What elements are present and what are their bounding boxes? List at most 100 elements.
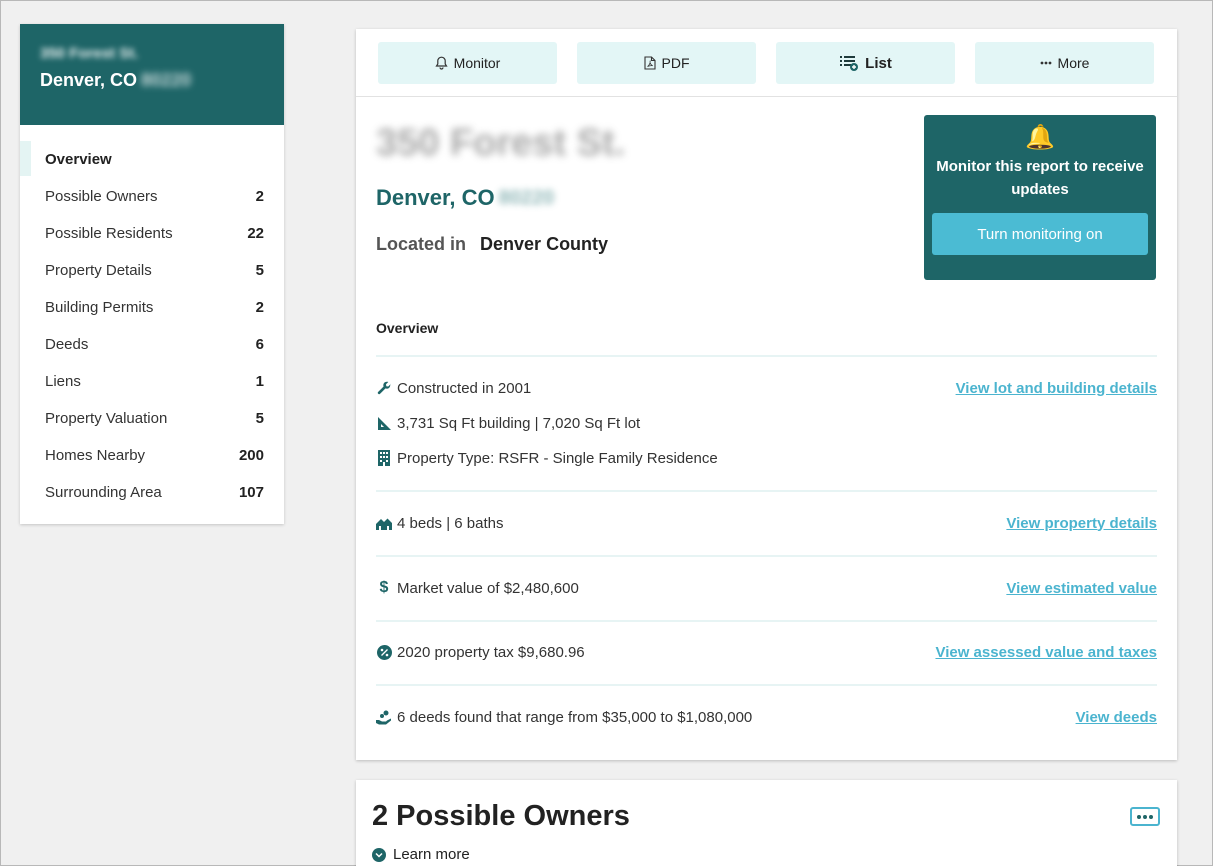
sidebar-item-property-details[interactable]: Property Details 5 [20, 252, 284, 289]
sidebar-nav: Overview Possible Owners 2 Possible Resi… [20, 125, 284, 511]
possible-owners-title: 2 Possible Owners [372, 800, 630, 832]
divider [376, 684, 1157, 686]
overview-row-sqft: 3,731 Sq Ft building | 7,020 Sq Ft lot [376, 412, 1157, 434]
sidebar-item-liens[interactable]: Liens 1 [20, 363, 284, 400]
dot [1143, 814, 1147, 819]
sidebar-item-possible-residents[interactable]: Possible Residents 22 [20, 215, 284, 252]
located-in-label: Located in [376, 234, 467, 254]
sidebar-item-count: 22 [247, 225, 264, 242]
bell-icon: 🔔 [1025, 124, 1055, 151]
percent-icon [376, 644, 392, 660]
overview-row-property-tax: 2020 property tax $9,680.96 View assesse… [376, 641, 1157, 663]
overview-row-deeds: 6 deeds found that range from $35,000 to… [376, 706, 1157, 728]
monitor-button[interactable]: Monitor [378, 42, 557, 84]
sidebar-item-label: Liens [45, 373, 81, 390]
divider [376, 355, 1157, 357]
overview-row-text: Market value of $2,480,600 [397, 579, 579, 597]
sidebar-item-label: Overview [45, 151, 112, 168]
report-card: Monitor PDF List More 350 Forest St. Den… [356, 29, 1177, 760]
monitor-panel-text: Monitor this report to receive updates [936, 158, 1144, 198]
overview-row-text: 2020 property tax $9,680.96 [397, 643, 585, 661]
sidebar-city-label: Denver, CO [40, 70, 138, 90]
overview-row-text: 3,731 Sq Ft building | 7,020 Sq Ft lot [397, 414, 641, 432]
dollar-icon: $ [379, 579, 389, 596]
ruler-triangle-icon [376, 416, 392, 431]
monitor-button-label: Monitor [453, 55, 501, 71]
chevron-down-icon [372, 847, 386, 862]
pdf-file-icon [643, 56, 656, 70]
overview-row-property-type: Property Type: RSFR - Single Family Resi… [376, 447, 1157, 469]
sidebar-item-count: 1 [255, 373, 264, 390]
sidebar-item-count: 5 [255, 410, 264, 427]
sidebar-item-surrounding-area[interactable]: Surrounding Area 107 [20, 474, 284, 511]
sidebar-item-deeds[interactable]: Deeds 6 [20, 326, 284, 363]
owners-more-button[interactable] [1130, 807, 1160, 826]
dot [1137, 814, 1141, 819]
list-add-icon [840, 56, 859, 71]
sidebar-item-label: Homes Nearby [45, 447, 146, 464]
overview-row-text: Constructed in 2001 [397, 379, 532, 397]
sidebar-item-count: 5 [255, 262, 264, 279]
view-property-details-link[interactable]: View property details [1006, 515, 1157, 532]
sidebar-item-building-permits[interactable]: Building Permits 2 [20, 289, 284, 326]
building-icon [376, 450, 392, 466]
sidebar-item-count: 6 [255, 336, 264, 353]
pdf-button-label: PDF [661, 55, 690, 71]
sidebar: 350 Forest St. Denver, CO 80220 Overview… [20, 24, 284, 524]
sidebar-item-label: Deeds [45, 336, 89, 353]
view-lot-building-link[interactable]: View lot and building details [956, 380, 1157, 397]
sidebar-item-label: Possible Owners [45, 188, 158, 205]
sidebar-item-property-valuation[interactable]: Property Valuation 5 [20, 400, 284, 437]
hand-coins-icon [376, 710, 392, 725]
divider [376, 555, 1157, 557]
view-assessed-value-link[interactable]: View assessed value and taxes [935, 644, 1157, 661]
list-button-label: List [865, 54, 892, 72]
sidebar-item-label: Building Permits [45, 299, 154, 316]
overview-row-market-value: $ Market value of $2,480,600 View estima… [376, 577, 1157, 599]
learn-more-label: Learn more [393, 846, 470, 863]
sidebar-item-label: Surrounding Area [45, 484, 162, 501]
view-estimated-value-link[interactable]: View estimated value [1006, 580, 1157, 597]
view-deeds-link[interactable]: View deeds [1076, 709, 1157, 726]
overview-row-constructed: Constructed in 2001 View lot and buildin… [376, 377, 1157, 399]
more-button[interactable]: More [975, 42, 1154, 84]
sidebar-street: 350 Forest St. [40, 45, 139, 62]
homes-icon [376, 517, 392, 530]
overview-heading: Overview [376, 320, 439, 336]
list-button[interactable]: List [776, 42, 955, 84]
overview-row-text: 4 beds | 6 baths [397, 514, 504, 532]
sidebar-item-possible-owners[interactable]: Possible Owners 2 [20, 178, 284, 215]
pdf-button[interactable]: PDF [577, 42, 756, 84]
sidebar-item-overview[interactable]: Overview [20, 141, 284, 178]
address-city: Denver, CO 80220 [376, 185, 554, 211]
wrench-icon [376, 381, 392, 396]
monitor-panel: 🔔 Monitor this report to receive updates… [924, 115, 1156, 280]
bell-outline-icon [435, 56, 448, 70]
sidebar-item-homes-nearby[interactable]: Homes Nearby 200 [20, 437, 284, 474]
overview-row-text: Property Type: RSFR - Single Family Resi… [397, 449, 718, 467]
sidebar-item-count: 2 [255, 188, 264, 205]
ellipsis-icon [1040, 61, 1051, 65]
sidebar-item-label: Property Details [45, 262, 152, 279]
divider [376, 490, 1157, 492]
learn-more-toggle[interactable]: Learn more [372, 846, 470, 863]
sidebar-item-count: 2 [255, 299, 264, 316]
divider [376, 620, 1157, 622]
sidebar-item-count: 107 [238, 484, 264, 501]
sidebar-item-label: Property Valuation [45, 410, 168, 427]
address-street: 350 Forest St. [376, 122, 626, 164]
overview-row-beds-baths: 4 beds | 6 baths View property details [376, 512, 1157, 534]
located-in: Located in Denver County [376, 234, 608, 255]
turn-monitoring-on-button[interactable]: Turn monitoring on [932, 213, 1148, 255]
dot [1149, 814, 1153, 819]
address-city-label: Denver, CO [376, 185, 495, 210]
toolbar: Monitor PDF List More [356, 29, 1177, 97]
address-zip: 80220 [498, 186, 555, 209]
sidebar-item-count: 200 [238, 447, 264, 464]
sidebar-zip: 80220 [141, 70, 192, 90]
more-button-label: More [1057, 55, 1090, 71]
overview-row-text: 6 deeds found that range from $35,000 to… [397, 708, 753, 726]
county-name: Denver County [480, 234, 609, 254]
sidebar-header: 350 Forest St. Denver, CO 80220 [20, 24, 284, 125]
sidebar-item-label: Possible Residents [45, 225, 173, 242]
